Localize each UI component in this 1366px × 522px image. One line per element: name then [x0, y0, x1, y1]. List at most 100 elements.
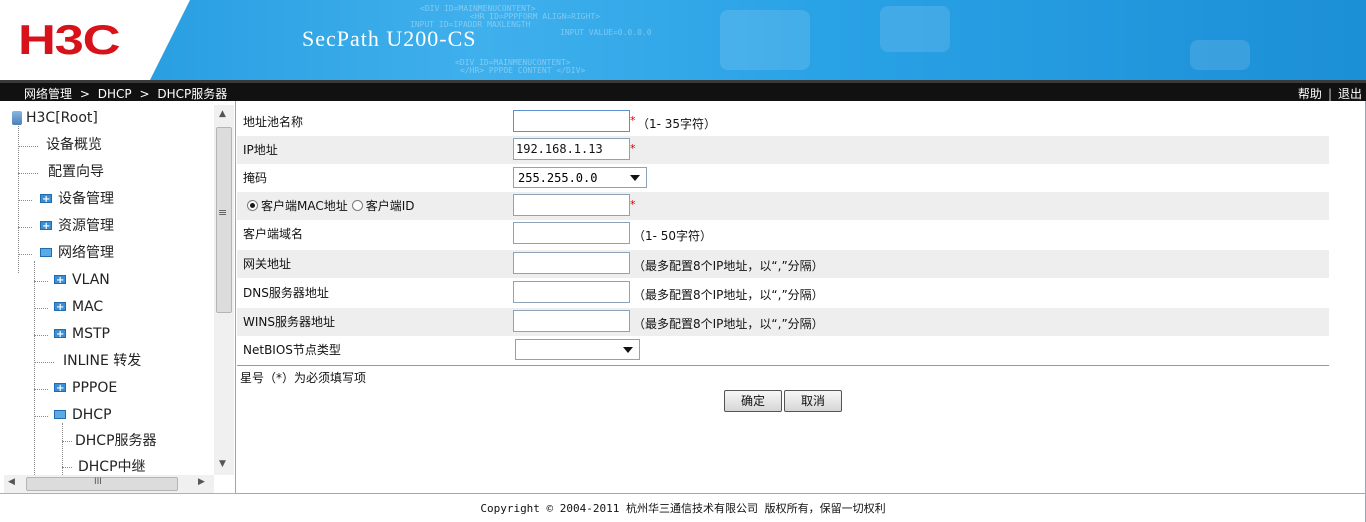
navigation-tree: H3C[Root] 设备概览 配置向导 设备管理 资源管理 网络管理 VLAN … — [0, 101, 214, 475]
sidebar-item-inline-forward[interactable]: INLINE 转发 — [63, 351, 141, 371]
sidebar-item-dhcp-server[interactable]: DHCP服务器 — [75, 431, 157, 451]
pool-name-input[interactable] — [513, 110, 630, 132]
header-watermark: </HR> PPPOE CONTENT </DIV> — [460, 66, 586, 75]
dns-input[interactable] — [513, 281, 630, 303]
mask-label: 掩码 — [243, 171, 268, 185]
gateway-hint: （最多配置8个IP地址，以“,”分隔） — [633, 259, 824, 273]
navigation-bar: 网络管理 > DHCP > DHCP服务器 帮助 | 退出 — [0, 80, 1366, 101]
client-id-input[interactable] — [513, 194, 630, 216]
dns-label: DNS服务器地址 — [243, 286, 329, 300]
netbios-label: NetBIOS节点类型 — [243, 343, 341, 357]
tree-connector — [34, 308, 48, 309]
sidebar: H3C[Root] 设备概览 配置向导 设备管理 资源管理 网络管理 VLAN … — [0, 101, 236, 493]
ip-input[interactable]: 192.168.1.13 — [513, 138, 630, 160]
sidebar-item-pppoe[interactable]: PPPOE — [54, 378, 117, 399]
scrollbar-thumb[interactable] — [216, 127, 232, 313]
sidebar-item-device-overview[interactable]: 设备概览 — [46, 135, 102, 155]
form-row-mask: 掩码 255.255.0.0 — [237, 164, 1329, 192]
scroll-down-icon[interactable]: ▼ — [219, 459, 226, 469]
help-link[interactable]: 帮助 — [1298, 87, 1322, 101]
nav-links: 帮助 | 退出 — [1298, 85, 1362, 102]
tree-connector — [34, 416, 48, 417]
client-domain-label: 客户端域名 — [243, 227, 304, 241]
form-row-client-id: 客户端MAC地址 客户端ID * — [237, 192, 1329, 220]
form-divider — [237, 365, 1329, 366]
scroll-left-icon[interactable]: ◀ — [8, 477, 15, 487]
client-domain-hint: （1- 50字符） — [633, 229, 713, 243]
form-row-pool-name: 地址池名称 * （1- 35字符） — [237, 108, 1329, 136]
folder-open-icon — [40, 247, 52, 257]
tree-connector — [18, 254, 32, 255]
nav-link-separator: | — [1327, 87, 1332, 101]
tree-connector — [62, 441, 72, 442]
scroll-up-icon[interactable]: ▲ — [219, 109, 226, 119]
netbios-select[interactable] — [515, 339, 640, 360]
product-name: SecPath U200-CS — [302, 26, 477, 51]
required-marker: * — [630, 114, 636, 127]
radio-client-id-label[interactable]: 客户端ID — [366, 199, 415, 213]
required-marker: * — [630, 142, 636, 155]
cancel-button[interactable]: 取消 — [784, 390, 842, 412]
form-row-client-domain: 客户端域名 （1- 50字符） — [237, 220, 1329, 248]
folder-plus-icon — [54, 271, 66, 291]
breadcrumb-separator: > — [79, 87, 90, 101]
sidebar-item-vlan[interactable]: VLAN — [54, 270, 110, 291]
tree-connector — [18, 146, 38, 147]
folder-open-icon — [54, 409, 66, 419]
client-id-type-group: 客户端MAC地址 客户端ID — [247, 197, 415, 214]
radio-client-mac[interactable] — [247, 200, 258, 211]
sidebar-item-dhcp[interactable]: DHCP — [54, 405, 112, 425]
form-row-dns: DNS服务器地址 （最多配置8个IP地址，以“,”分隔） — [237, 279, 1329, 307]
sidebar-item-config-wizard[interactable]: 配置向导 — [48, 162, 104, 182]
tree-root[interactable]: H3C[Root] — [12, 108, 98, 128]
breadcrumb-item: 网络管理 — [24, 87, 73, 101]
header-decoration — [720, 10, 810, 70]
form-row-netbios: NetBIOS节点类型 — [237, 336, 1329, 364]
scroll-right-icon[interactable]: ▶ — [198, 477, 205, 487]
logout-link[interactable]: 退出 — [1338, 87, 1362, 101]
footer-divider — [0, 493, 236, 494]
wins-label: WINS服务器地址 — [243, 315, 335, 329]
wins-input[interactable] — [513, 310, 630, 332]
header-background — [0, 0, 1366, 80]
tree-connector — [34, 362, 54, 363]
sidebar-item-device-management[interactable]: 设备管理 — [40, 189, 114, 210]
folder-plus-icon — [40, 217, 52, 237]
breadcrumb-separator: > — [139, 87, 150, 101]
gateway-input[interactable] — [513, 252, 630, 274]
sidebar-vertical-scrollbar[interactable]: ▲ ≡ ▼ — [214, 105, 234, 475]
required-note: 星号（*）为必须填写项 — [240, 371, 367, 385]
ip-label: IP地址 — [243, 143, 278, 157]
form-row-wins: WINS服务器地址 （最多配置8个IP地址，以“,”分隔） — [237, 308, 1329, 336]
pool-name-hint: （1- 35字符） — [637, 117, 717, 131]
breadcrumb: 网络管理 > DHCP > DHCP服务器 — [22, 85, 229, 102]
tree-connector — [18, 200, 32, 201]
sidebar-item-dhcp-relay[interactable]: DHCP中继 — [78, 457, 146, 475]
folder-plus-icon — [54, 379, 66, 399]
radio-client-mac-label[interactable]: 客户端MAC地址 — [261, 199, 348, 213]
sidebar-horizontal-scrollbar[interactable]: ◀ III ▶ — [4, 475, 214, 493]
sidebar-item-mac[interactable]: MAC — [54, 297, 103, 318]
copyright-footer: Copyright © 2004-2011 杭州华三通信技术有限公司 版权所有，… — [480, 502, 886, 515]
client-domain-input[interactable] — [513, 222, 630, 244]
mask-select[interactable]: 255.255.0.0 — [513, 167, 647, 188]
tree-connector — [34, 335, 48, 336]
pool-name-label: 地址池名称 — [243, 115, 304, 129]
radio-client-id[interactable] — [351, 200, 363, 211]
scrollbar-thumb[interactable] — [26, 477, 178, 491]
dns-hint: （最多配置8个IP地址，以“,”分隔） — [633, 288, 824, 302]
h3c-logo: H3C — [18, 16, 121, 63]
tree-connector — [34, 261, 35, 475]
tree-connector — [62, 467, 72, 468]
ok-button[interactable]: 确定 — [724, 390, 782, 412]
tree-connector — [34, 389, 48, 390]
required-marker: * — [630, 198, 636, 211]
sidebar-item-mstp[interactable]: MSTP — [54, 324, 110, 345]
form-row-gateway: 网关地址 （最多配置8个IP地址，以“,”分隔） — [237, 250, 1329, 278]
sidebar-item-resource-management[interactable]: 资源管理 — [40, 216, 114, 237]
folder-plus-icon — [54, 325, 66, 345]
tree-connector — [18, 173, 38, 174]
app-header: <DIV ID=MAINMENUCONTENT> <HR ID=PPPFORM … — [0, 0, 1366, 80]
sidebar-item-network-management[interactable]: 网络管理 — [40, 243, 114, 263]
folder-plus-icon — [40, 190, 52, 210]
